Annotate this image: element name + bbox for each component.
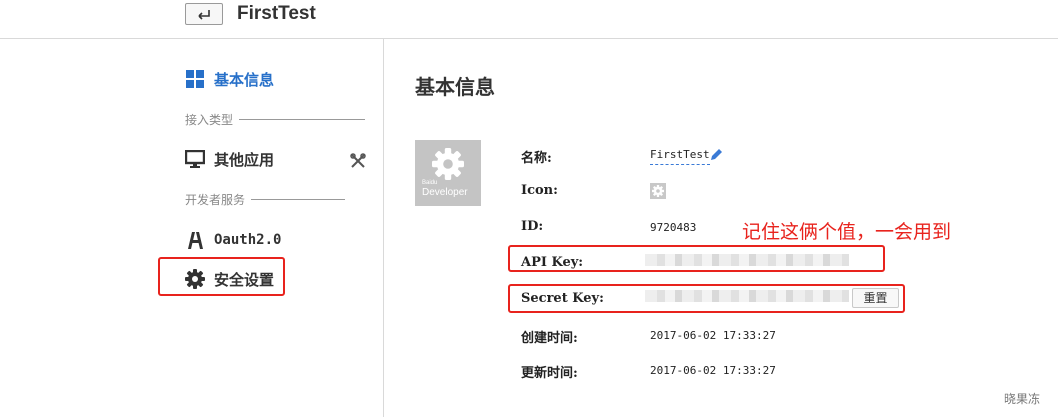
secret-key-masked-value: [645, 290, 849, 302]
app-icon-thumbnail: [650, 183, 666, 199]
id-label: ID:: [521, 219, 544, 234]
sidebar-item-oauth[interactable]: Oauth2.0: [185, 228, 281, 252]
api-key-label: API Key:: [521, 255, 584, 270]
oauth-icon: [185, 230, 205, 250]
created-label: 创建时间:: [521, 331, 578, 346]
sidebar-item-security-settings[interactable]: 安全设置: [185, 267, 274, 291]
divider: [239, 118, 366, 120]
sidebar-item-basic-info[interactable]: 基本信息: [185, 67, 274, 91]
back-arrow-icon: [198, 10, 210, 20]
watermark: 晓果冻: [1004, 392, 1041, 406]
monitor-icon: [185, 149, 205, 169]
app-logo: Baidu Developer: [415, 140, 481, 206]
id-value: 9720483: [650, 221, 697, 234]
logo-brand: Baidu: [422, 180, 438, 186]
divider: [251, 198, 346, 200]
page-title: 基本信息: [415, 77, 495, 99]
api-key-masked-value: [645, 254, 849, 266]
tools-icon: [350, 153, 366, 168]
pencil-icon[interactable]: [708, 147, 724, 163]
back-button[interactable]: [185, 3, 223, 25]
grid-icon: [185, 69, 205, 89]
updated-value: 2017-06-02 17:33:27: [650, 364, 776, 377]
updated-label: 更新时间:: [521, 366, 578, 381]
gear-icon: [185, 269, 205, 289]
gear-icon: [432, 148, 464, 180]
gear-icon: [652, 185, 664, 197]
app-title: FirstTest: [237, 3, 316, 24]
section-access-type: 接入类型: [185, 111, 366, 127]
sidebar-item-label: 安全设置: [214, 271, 275, 289]
created-value: 2017-06-02 17:33:27: [650, 329, 776, 342]
secret-key-label: Secret Key:: [521, 291, 604, 306]
sidebar-item-other-apps[interactable]: 其他应用: [185, 147, 274, 171]
name-value[interactable]: FirstTest: [650, 148, 710, 165]
annotation-text: 记住这俩个值，一会用到: [742, 222, 952, 243]
section-dev-services: 开发者服务: [185, 191, 346, 207]
logo-text: Developer: [422, 187, 468, 198]
name-label: 名称:: [521, 151, 552, 166]
reset-button[interactable]: 重置: [852, 288, 899, 308]
sidebar-item-label: Oauth2.0: [214, 232, 282, 248]
icon-label: Icon:: [521, 183, 558, 198]
sidebar-item-label: 其他应用: [214, 151, 275, 169]
top-header: FirstTest: [0, 0, 1058, 39]
sidebar-item-label: 基本信息: [214, 71, 275, 89]
